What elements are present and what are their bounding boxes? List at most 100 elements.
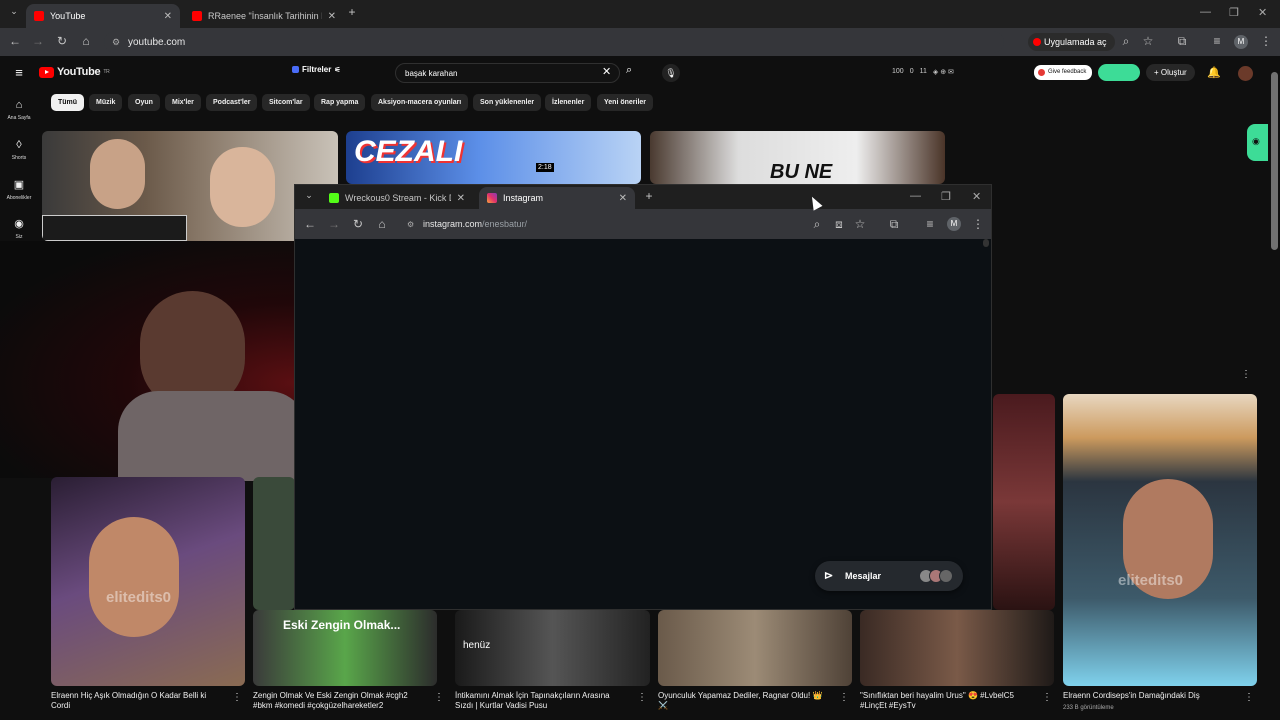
site-info-icon[interactable]: ⚙ xyxy=(407,220,414,229)
media-control-icon[interactable]: ≡ xyxy=(922,217,938,231)
browser-tab-youtube[interactable]: YouTube ✕ xyxy=(26,4,180,28)
close-icon[interactable]: ✕ xyxy=(164,11,172,22)
video-title[interactable]: Oyunculuk Yapamaz Dediler, Ragnar Oldu! … xyxy=(658,691,836,711)
back-icon[interactable]: ← xyxy=(302,217,318,231)
messages-button[interactable]: ⊳ Mesajlar xyxy=(815,561,963,591)
bookmark-star-icon[interactable]: ☆ xyxy=(1140,34,1156,48)
short-thumbnail[interactable] xyxy=(860,610,1054,686)
close-icon[interactable]: ✕ xyxy=(619,193,627,204)
extension-side-tab[interactable]: ◉ xyxy=(1247,124,1268,161)
chip-game[interactable]: Oyun xyxy=(128,94,160,111)
create-button[interactable]: + Oluştur xyxy=(1146,64,1195,81)
sidebar-item-shorts[interactable]: ◊ Shorts xyxy=(0,139,38,161)
chip-podcasts[interactable]: Podcast'ler xyxy=(206,94,258,111)
browser-tab-instagram[interactable]: Instagram ✕ xyxy=(479,187,635,209)
browser-menu-icon[interactable]: ⋮ xyxy=(970,217,986,231)
back-icon[interactable]: ← xyxy=(7,34,23,48)
minimize-icon[interactable]: — xyxy=(910,190,921,202)
reload-icon[interactable]: ↻ xyxy=(350,217,366,231)
short-thumbnail[interactable] xyxy=(658,610,852,686)
forward-icon[interactable]: → xyxy=(30,34,46,48)
short-thumbnail-partial[interactable] xyxy=(253,477,295,610)
window-close-icon[interactable]: ✕ xyxy=(972,190,981,203)
video-title[interactable]: Elraenn Cordiseps'in Damağındaki Diş xyxy=(1063,691,1241,701)
chip-all[interactable]: Tümü xyxy=(51,94,85,111)
chip-new-to-you[interactable]: Yeni öneriler xyxy=(597,94,654,111)
more-options-icon[interactable]: ⋮ xyxy=(232,692,242,703)
sidebar-item-home[interactable]: ⌂ Ana Sayfa xyxy=(0,99,38,121)
zoom-icon[interactable]: ⌕ xyxy=(1118,34,1134,49)
youtube-logo[interactable]: YouTube TR xyxy=(39,66,110,78)
video-title[interactable]: Elraenn Hiç Aşık Olmadığın O Kadar Belli… xyxy=(51,691,229,711)
video-title[interactable]: "Sınıflıktan beri hayalim Urus" 😍 #Lvbel… xyxy=(860,691,1038,711)
install-app-icon[interactable]: ⧈ xyxy=(831,217,847,232)
video-thumbnail[interactable]: CEZALI 2:18 xyxy=(346,131,641,184)
minimize-icon[interactable]: — xyxy=(1200,6,1211,18)
youtube-avatar[interactable] xyxy=(1238,66,1253,81)
extensions-icon[interactable]: ⧉ xyxy=(886,217,902,232)
sidebar-item-subscriptions[interactable]: ▣ Abonelikler xyxy=(0,178,38,201)
media-control-icon[interactable]: ≡ xyxy=(1209,34,1225,48)
address-bar[interactable]: ⚙ youtube.com xyxy=(104,31,1004,53)
chip-rap[interactable]: Rap yapma xyxy=(314,94,366,111)
close-icon[interactable]: ✕ xyxy=(328,11,336,22)
browser-profile-avatar[interactable]: M xyxy=(1234,35,1248,49)
more-options-icon[interactable]: ⋮ xyxy=(637,692,647,703)
browser-tab-rraenee[interactable]: RRaenee "İnsanlık Tarihinin En İ ✕ xyxy=(184,4,344,28)
maximize-icon[interactable]: ❐ xyxy=(1229,6,1239,19)
new-tab-icon[interactable]: + xyxy=(344,5,360,19)
zoom-icon[interactable]: ⌕ xyxy=(809,217,825,232)
microphone-icon[interactable]: 🎙 xyxy=(662,64,680,82)
notifications-bell-icon[interactable]: 🔔 xyxy=(1207,66,1221,79)
short-thumbnail[interactable]: henüz xyxy=(455,610,650,686)
more-options-icon[interactable]: ⋮ xyxy=(839,692,849,703)
close-icon[interactable]: ✕ xyxy=(457,193,465,204)
scroll-up-arrow[interactable] xyxy=(983,239,989,247)
search-input[interactable]: başak karahan xyxy=(395,63,620,83)
ig-address-bar[interactable]: ⚙ instagram.com/enesbatur/ xyxy=(399,214,819,234)
bookmark-star-icon[interactable]: ☆ xyxy=(852,217,868,231)
chip-music[interactable]: Müzik xyxy=(89,94,123,111)
new-tab-icon[interactable]: + xyxy=(641,189,657,203)
short-thumbnail[interactable]: Eski Zengin Olmak... xyxy=(253,610,437,686)
home-icon[interactable]: ⌂ xyxy=(78,34,94,48)
search-icon[interactable]: ⌕ xyxy=(626,64,644,82)
short-thumbnail[interactable]: elitedits0 xyxy=(1063,394,1257,686)
chip-watched[interactable]: İzlenenler xyxy=(545,94,592,111)
reload-icon[interactable]: ↻ xyxy=(54,34,70,48)
page-scrollbar[interactable] xyxy=(1271,72,1278,250)
youtube-play-icon xyxy=(39,66,54,78)
forward-icon[interactable]: → xyxy=(326,217,342,231)
extension-toggle-button[interactable] xyxy=(1098,64,1140,81)
sidebar-item-you[interactable]: ◉ Siz xyxy=(0,217,38,240)
tab-search-icon[interactable]: ⌄ xyxy=(301,190,317,201)
browser-menu-icon[interactable]: ⋮ xyxy=(1258,34,1274,48)
short-thumbnail[interactable]: elitedits0 xyxy=(51,477,245,686)
chip-action-adventure[interactable]: Aksiyon-macera oyunları xyxy=(371,94,469,111)
more-options-icon[interactable]: ⋮ xyxy=(434,692,444,703)
site-info-icon[interactable]: ⚙ xyxy=(112,37,120,48)
home-icon[interactable]: ⌂ xyxy=(374,217,390,231)
clear-search-icon[interactable]: ✕ xyxy=(602,65,611,78)
extensions-icon[interactable]: ⧉ xyxy=(1174,34,1190,49)
open-in-app-button[interactable]: Uygulamada aç xyxy=(1028,33,1115,51)
chip-recently-uploaded[interactable]: Son yüklenenler xyxy=(473,94,542,111)
tab-search-icon[interactable]: ⌄ xyxy=(6,6,22,17)
filters-button[interactable]: Filtreler ⚟ xyxy=(292,65,341,74)
video-title[interactable]: İntikamını Almak İçin Tapınakçıların Ara… xyxy=(455,691,633,711)
more-options-icon[interactable]: ⋮ xyxy=(1042,692,1052,703)
browser-tab-kick[interactable]: Wreckous0 Stream - Kick Dashb ✕ xyxy=(321,187,473,209)
more-options-icon[interactable]: ⋮ xyxy=(1241,369,1251,380)
video-title[interactable]: Zengin Olmak Ve Eski Zengin Olmak #cgh2 … xyxy=(253,691,431,711)
window-close-icon[interactable]: ✕ xyxy=(1258,6,1267,19)
video-thumbnail[interactable]: BU NE xyxy=(650,131,945,184)
short-thumbnail-partial[interactable] xyxy=(993,394,1055,610)
chip-sitcoms[interactable]: Sitcom'lar xyxy=(262,94,310,111)
hamburger-menu-icon[interactable]: ≡ xyxy=(11,65,27,80)
browser-profile-avatar[interactable]: M xyxy=(947,217,961,231)
maximize-icon[interactable]: ❐ xyxy=(941,190,951,203)
give-feedback-button[interactable]: Give feedback xyxy=(1034,65,1093,80)
extension-icons[interactable]: ◈ ⊕ ✉ xyxy=(933,68,954,76)
more-options-icon[interactable]: ⋮ xyxy=(1244,692,1254,703)
chip-mixes[interactable]: Mix'ler xyxy=(165,94,201,111)
